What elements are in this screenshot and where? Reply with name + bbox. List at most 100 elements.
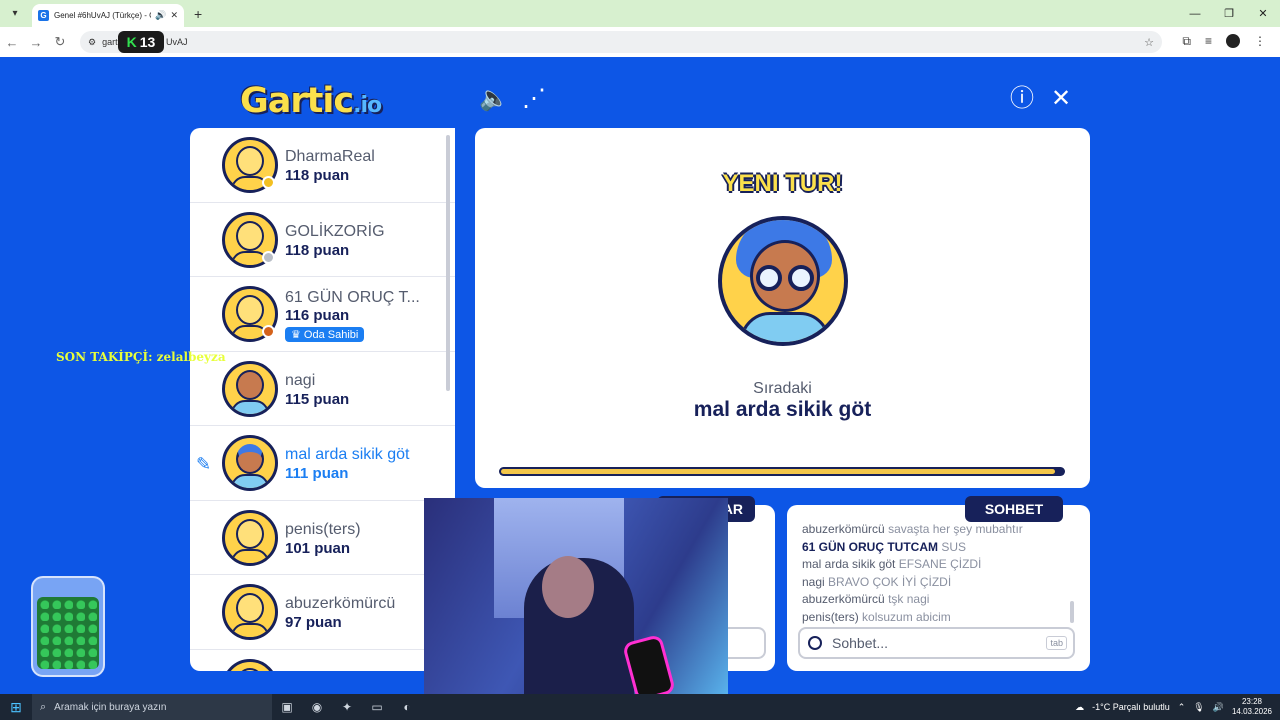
address-bar[interactable]: ⚙ gart K 13 UvAJ ☆ <box>80 31 1162 53</box>
room-owner-badge: ♛ Oda Sahibi <box>285 327 365 342</box>
player-name: nagi <box>285 371 316 389</box>
rank-dot-silver <box>262 250 275 264</box>
forward-icon[interactable]: → <box>24 35 48 50</box>
edge-icon[interactable]: ◐ <box>392 700 422 714</box>
chat-message: penis(ters) kolsuzum abicim <box>802 609 1072 627</box>
taskbar-search[interactable]: ⌕ Aramak için buraya yazın <box>32 694 272 720</box>
chat-user: nagi <box>802 574 825 589</box>
chat-user: abuzerkömürcü <box>802 522 885 536</box>
chat-text: savaşta her şey mubahtır <box>888 522 1023 536</box>
copilot-icon[interactable]: ✦ <box>332 700 362 714</box>
favicon-icon: G <box>38 10 49 21</box>
back-icon[interactable]: ← <box>0 35 24 50</box>
chat-message: mal arda sikik göt EFSANE ÇİZDİ <box>802 556 1072 574</box>
clock-time: 23:28 <box>1241 697 1262 706</box>
answers-input[interactable] <box>728 627 766 659</box>
player-score: 118 puan <box>285 167 350 184</box>
player-row[interactable]: penis(ters) 101 puan <box>190 501 455 575</box>
chat-scrollbar[interactable] <box>1070 601 1074 623</box>
new-tab-button[interactable]: + <box>194 6 202 22</box>
chat-message: abuzerkömürcü tşk nagi <box>802 591 1072 609</box>
badge-k: K <box>126 34 137 50</box>
player-list-scrollbar[interactable] <box>446 135 450 391</box>
chat-text: BRAVO ÇOK İYİ ÇİZDİ <box>828 574 952 589</box>
url-prefix: gart <box>102 37 118 47</box>
browser-tools: ⧉ ≡ ⋮ <box>1182 34 1266 49</box>
clock-date: 14.03.2026 <box>1231 707 1272 716</box>
player-name: abuzerkömürcü <box>285 595 396 612</box>
player-row[interactable]: GOLİKZORİG 118 puan <box>190 203 455 277</box>
volume-icon[interactable]: 🔊 <box>1213 702 1224 713</box>
info-icon[interactable]: ⓘ <box>1010 87 1034 111</box>
site-info-icon[interactable]: ⚙ <box>88 37 96 48</box>
chat-message: abuzerkömürcü savaşta her şey mubahtır <box>802 521 1072 539</box>
close-icon[interactable]: ✕ <box>1051 87 1071 111</box>
url-suffix: UvAJ <box>166 37 188 47</box>
tab-search-button[interactable]: ▾ <box>4 3 26 25</box>
logo-suffix: .io <box>353 93 382 118</box>
chat-text: SUS <box>941 539 967 554</box>
drawing-stage: YENI TUR! Sıradaki mal arda sikik göt <box>475 128 1090 488</box>
profile-avatar[interactable] <box>1226 34 1240 48</box>
system-tray: ☁ -1°C Parçalı bulutlu ⌃ 🎙 🔊 23:28 14.03… <box>1075 694 1272 720</box>
weather-icon[interactable]: ☁ <box>1075 702 1084 713</box>
chat-text: EFSANE ÇİZDİ <box>898 557 982 571</box>
chat-panel: abuzerkömürcü savaşta her şey mubahtır 6… <box>787 505 1090 671</box>
rank-dot-bronze <box>262 325 275 338</box>
player-row[interactable] <box>190 650 455 671</box>
mic-icon[interactable]: 🎙 <box>1193 702 1204 713</box>
search-icon: ⌕ <box>40 700 47 713</box>
clock[interactable]: 23:28 14.03.2026 <box>1232 697 1272 717</box>
search-placeholder: Aramak için buraya yazın <box>54 701 167 713</box>
chat-user: abuzerkömürcü <box>802 592 885 606</box>
chat-input-box[interactable]: tab <box>798 627 1075 659</box>
close-window-icon[interactable]: ✕ <box>1246 7 1280 20</box>
window-controls: — ❐ ✕ <box>1178 0 1280 27</box>
browser-tab[interactable]: G Genel #6hUvAJ (Türkçe) - G 🔊 ✕ <box>32 4 184 27</box>
file-explorer-icon[interactable]: ▭ <box>362 700 392 714</box>
bookmark-star-icon[interactable]: ☆ <box>1144 36 1154 49</box>
player-score: 97 puan <box>285 614 342 631</box>
reload-icon[interactable]: ↻ <box>48 34 72 50</box>
speaker-icon[interactable]: 🔊 <box>155 10 166 21</box>
restore-icon[interactable]: ❐ <box>1212 7 1246 20</box>
chrome-icon[interactable]: ◉ <box>302 700 332 714</box>
player-row[interactable]: abuzerkömürcü 97 puan <box>190 575 455 650</box>
chat-bubble-icon <box>808 636 822 650</box>
chat-tab[interactable]: SOHBET <box>965 496 1063 522</box>
chat-input[interactable] <box>832 635 1032 651</box>
logo-text: Gartic <box>240 81 354 121</box>
chat-messages: abuzerkömürcü savaşta her şey mubahtır 6… <box>802 521 1072 626</box>
extensions-icon[interactable]: ⧉ <box>1182 34 1191 49</box>
share-icon[interactable]: ⋰ <box>522 87 546 111</box>
browser-toolbar: ← → ↻ ⚙ gart K 13 UvAJ ☆ ⧉ ≡ ⋮ <box>0 27 1280 57</box>
browser-tab-strip: ▾ G Genel #6hUvAJ (Türkçe) - G 🔊 ✕ + — ❐… <box>0 0 1280 27</box>
windows-start-icon[interactable]: ⊞ <box>0 694 32 720</box>
sound-icon[interactable]: 🔈 <box>479 87 509 111</box>
player-name: penis(ters) <box>285 520 361 538</box>
player-name: mal arda sikik göt <box>285 446 410 463</box>
player-name: GOLİKZORİG <box>285 222 385 240</box>
gartic-logo: Gartic.io <box>240 81 382 121</box>
player-name: 61 GÜN ORUÇ T... <box>285 289 420 306</box>
close-tab-icon[interactable]: ✕ <box>170 10 178 21</box>
minimize-icon[interactable]: — <box>1178 8 1212 20</box>
tray-chevron-icon[interactable]: ⌃ <box>1178 702 1186 713</box>
menu-icon[interactable]: ⋮ <box>1254 34 1266 49</box>
task-view-icon[interactable]: ▣ <box>272 700 302 714</box>
media-icon[interactable]: ≡ <box>1205 34 1212 49</box>
player-row[interactable]: nagi 115 puan <box>190 352 455 426</box>
stream-overlay-badge: K 13 <box>118 31 164 53</box>
next-label: Sıradaki <box>753 380 812 397</box>
player-score: 116 puan <box>285 307 350 324</box>
tab-key-hint: tab <box>1046 636 1067 650</box>
windows-taskbar: ⊞ ⌕ Aramak için buraya yazın ▣ ◉ ✦ ▭ ◐ ☁ … <box>0 694 1280 720</box>
chat-user: mal arda sikik göt <box>802 557 896 571</box>
chat-user: 61 GÜN ORUÇ TUTCAM <box>802 539 939 554</box>
player-row-drawing[interactable]: ✎ mal arda sikik göt 111 puan <box>190 426 455 501</box>
player-row[interactable]: DharmaReal 118 puan <box>190 128 455 203</box>
player-avatar <box>222 360 278 417</box>
weather-text[interactable]: -1°C Parçalı bulutlu <box>1092 702 1170 712</box>
player-row[interactable]: 61 GÜN ORUÇ T... 116 puan ♛ Oda Sahibi <box>190 277 455 352</box>
round-timer-bar <box>499 467 1065 476</box>
